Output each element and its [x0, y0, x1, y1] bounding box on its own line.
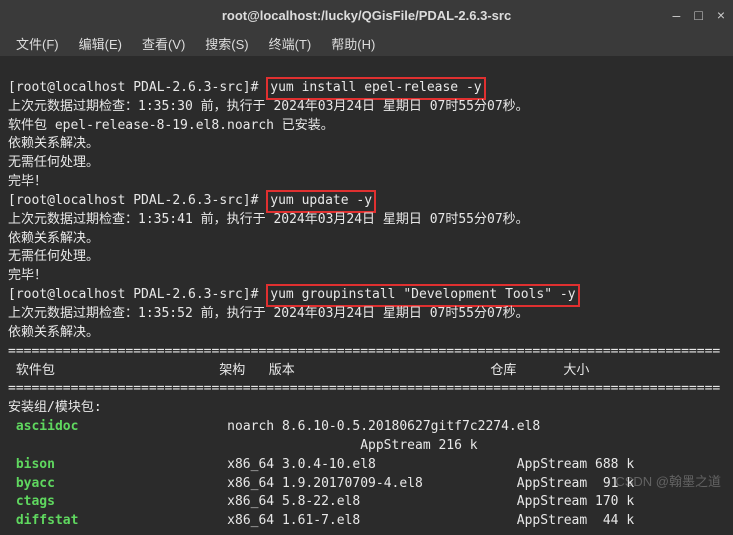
menu-help[interactable]: 帮助(H): [323, 32, 383, 55]
no-action: 无需任何处理。: [8, 249, 99, 264]
prompt: [root@localhost PDAL-2.6.3-src]#: [8, 193, 266, 208]
col-repo: 仓库: [490, 363, 516, 378]
pkg-name: diffstat: [8, 513, 78, 528]
pkg-details: AppStream 216 k: [8, 438, 478, 453]
maximize-icon[interactable]: □: [694, 7, 702, 23]
dep-resolved: 依赖关系解决。: [8, 231, 99, 246]
highlight-cmd1: yum install epel-release -y: [266, 77, 485, 100]
meta-line: 上次元数据过期检查：1:35:30 前，执行于 2024年03月24日 星期日 …: [8, 99, 529, 114]
prompt: [root@localhost PDAL-2.6.3-src]#: [8, 80, 266, 95]
col-size: 大小: [563, 363, 589, 378]
done: 完毕！: [8, 174, 47, 189]
dep-resolved: 依赖关系解决。: [8, 136, 99, 151]
minimize-icon[interactable]: –: [673, 7, 681, 23]
prompt: [root@localhost PDAL-2.6.3-src]#: [8, 287, 266, 302]
col-ver: 版本: [269, 363, 295, 378]
pkg-installed: 软件包 epel-release-8-19.el8.noarch 已安装。: [8, 118, 334, 133]
meta-line: 上次元数据过期检查：1:35:41 前，执行于 2024年03月24日 星期日 …: [8, 212, 529, 227]
meta-line: 上次元数据过期检查：1:35:52 前，执行于 2024年03月24日 星期日 …: [8, 306, 529, 321]
pkg-details: x86_64 1.61-7.el8 AppStream 44 k: [227, 513, 634, 528]
separator: ========================================…: [8, 344, 720, 359]
close-icon[interactable]: ×: [717, 7, 725, 23]
pkg-name: asciidoc: [8, 419, 78, 434]
pkg-name: byacc: [8, 476, 55, 491]
dep-resolved: 依赖关系解决。: [8, 325, 99, 340]
menu-search[interactable]: 搜索(S): [197, 32, 256, 55]
pkg-details: x86_64 1.9.20170709-4.el8 AppStream 91 k: [227, 476, 634, 491]
col-pkg: 软件包: [8, 363, 55, 378]
highlight-cmd2: yum update -y: [266, 190, 376, 213]
no-action: 无需任何处理。: [8, 155, 99, 170]
titlebar: root@localhost:/lucky/QGisFile/PDAL-2.6.…: [0, 0, 733, 30]
menu-view[interactable]: 查看(V): [134, 32, 193, 55]
watermark: CSDN @翰墨之道: [615, 471, 721, 490]
done: 完毕！: [8, 268, 47, 283]
menu-file[interactable]: 文件(F): [8, 32, 67, 55]
col-arch: 架构: [219, 363, 245, 378]
separator: ========================================…: [8, 381, 720, 396]
menu-edit[interactable]: 编辑(E): [71, 32, 130, 55]
menubar: 文件(F) 编辑(E) 查看(V) 搜索(S) 终端(T) 帮助(H): [0, 30, 733, 56]
window-controls: – □ ×: [673, 7, 725, 23]
window-title: root@localhost:/lucky/QGisFile/PDAL-2.6.…: [222, 8, 511, 23]
pkg-details: x86_64 5.8-22.el8 AppStream 170 k: [227, 494, 634, 509]
menu-terminal[interactable]: 终端(T): [261, 32, 320, 55]
group-label: 安装组/模块包:: [8, 400, 102, 415]
terminal-output[interactable]: [root@localhost PDAL-2.6.3-src]# yum ins…: [0, 56, 733, 535]
pkg-name: bison: [8, 457, 55, 472]
pkg-name: ctags: [8, 494, 55, 509]
highlight-cmd3: yum groupinstall "Development Tools" -y: [266, 284, 579, 307]
pkg-details: noarch 8.6.10-0.5.20180627gitf7c2274.el8: [227, 419, 540, 434]
pkg-details: x86_64 3.0.4-10.el8 AppStream 688 k: [227, 457, 634, 472]
